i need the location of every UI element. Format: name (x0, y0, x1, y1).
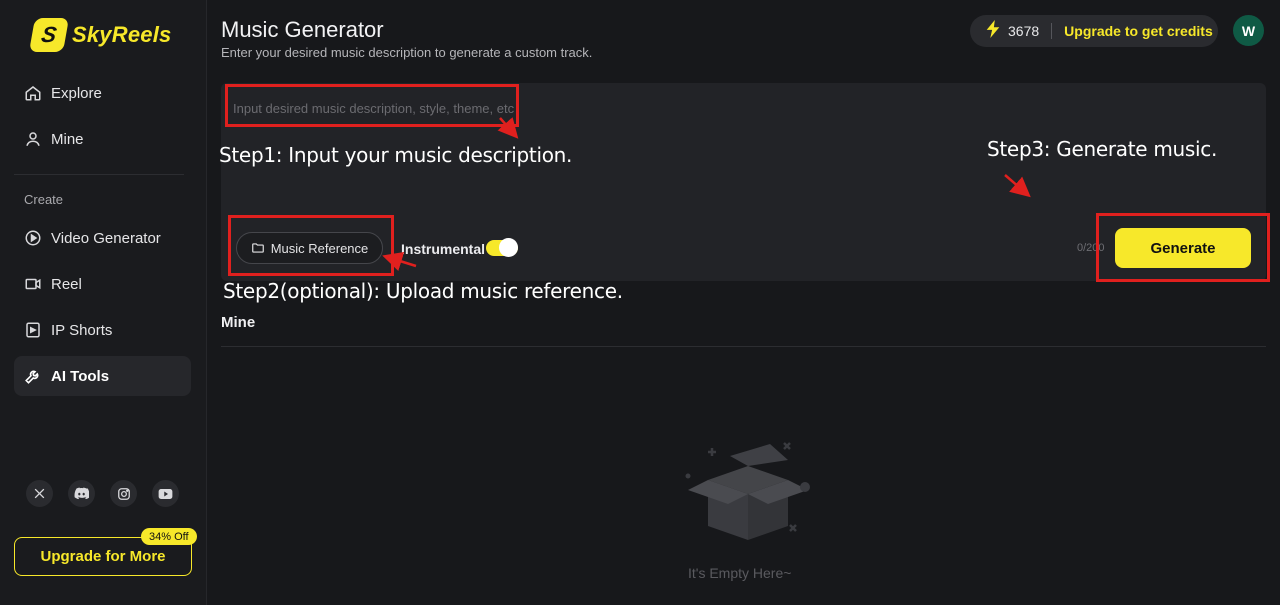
sidebar-item-label: Video Generator (51, 229, 161, 247)
sidebar-item-ip-shorts[interactable]: IP Shorts (14, 310, 191, 350)
lightning-bolt-icon (986, 19, 1000, 43)
wrench-icon (24, 367, 42, 385)
logo-text: SkyReels (72, 22, 172, 47)
sidebar-item-label: Mine (51, 130, 84, 148)
play-circle-icon (24, 229, 42, 247)
section-label-create: Create (24, 192, 64, 207)
pill-separator (1051, 23, 1053, 39)
sidebar-item-mine[interactable]: Mine (14, 119, 191, 159)
annotation-box-step2 (228, 215, 394, 276)
sidebar-item-label: Reel (51, 275, 82, 293)
annotation-step3: Step3: Generate music. (987, 137, 1218, 161)
annotation-box-step1 (225, 84, 519, 127)
social-links (26, 480, 179, 507)
empty-state-text: It's Empty Here~ (688, 565, 792, 581)
instrumental-toggle-knob[interactable] (499, 238, 518, 257)
sidebar-divider (14, 174, 184, 175)
credits-pill: 3678 Upgrade to get credits (970, 15, 1218, 47)
instrumental-label: Instrumental (401, 241, 486, 257)
home-icon (24, 84, 42, 102)
credits-count: 3678 (1008, 23, 1040, 39)
user-icon (24, 130, 42, 148)
sidebar-item-label: Explore (51, 84, 102, 102)
instagram-icon[interactable] (110, 480, 137, 507)
page-subtitle: Enter your desired music description to … (221, 45, 593, 60)
sidebar: S SkyReels Explore Mine Create Video Gen… (0, 0, 207, 605)
mine-divider (221, 346, 1266, 347)
logo-mark-icon: S (29, 18, 69, 52)
sidebar-item-label: AI Tools (51, 367, 110, 385)
page-title: Music Generator (221, 17, 384, 42)
upgrade-credits-link[interactable]: Upgrade to get credits (1064, 23, 1213, 39)
youtube-icon[interactable] (152, 480, 179, 507)
sidebar-item-explore[interactable]: Explore (14, 73, 191, 113)
skyreels-logo[interactable]: S SkyReels (29, 18, 172, 52)
empty-box-icon (685, 442, 810, 540)
x-icon[interactable] (26, 480, 53, 507)
video-camera-icon (24, 275, 42, 293)
sidebar-item-label: IP Shorts (51, 321, 113, 339)
mine-section-heading: Mine (221, 314, 256, 331)
annotation-step2: Step2(optional): Upload music reference. (223, 279, 623, 303)
discount-badge: 34% Off (141, 528, 197, 545)
film-icon (24, 321, 42, 339)
annotation-box-step3 (1096, 213, 1270, 282)
sidebar-item-ai-tools[interactable]: AI Tools (14, 356, 191, 396)
avatar[interactable]: W (1233, 15, 1264, 46)
annotation-step1: Step1: Input your music description. (219, 143, 573, 167)
discord-icon[interactable] (68, 480, 95, 507)
sidebar-item-reel[interactable]: Reel (14, 264, 191, 304)
sidebar-item-video-generator[interactable]: Video Generator (14, 218, 191, 258)
